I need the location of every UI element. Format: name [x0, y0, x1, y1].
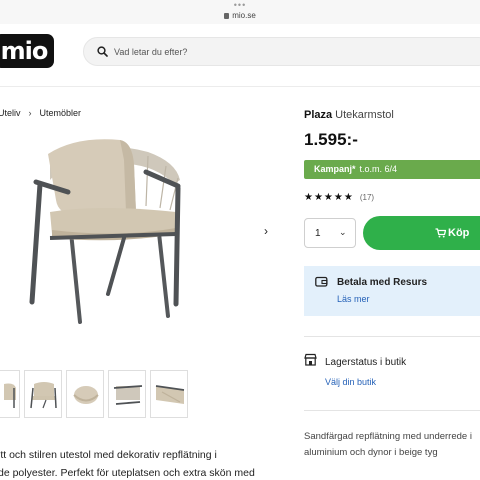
browser-menu-dots[interactable]: •••	[0, 1, 480, 10]
site-logo[interactable]: mio	[0, 34, 54, 68]
section-divider	[304, 336, 480, 337]
buy-button[interactable]: Köp	[363, 216, 480, 250]
short-description-line-2: aluminium och dynor i beige tyg	[304, 447, 438, 458]
short-description: Sandfärgad repflätning med underrede i a…	[304, 429, 480, 461]
breadcrumb-item-uteliv[interactable]: Uteliv	[0, 108, 21, 118]
product-name: Plaza	[304, 109, 333, 121]
chevron-down-icon: ⌄	[339, 227, 347, 237]
chevron-right-icon: ›	[28, 108, 32, 118]
stock-status-title: Lagerstatus i butik	[325, 357, 407, 368]
product-image[interactable]	[28, 134, 198, 334]
url-text: mio.se	[232, 11, 256, 20]
product-title: Plaza Utekarmstol	[304, 109, 394, 121]
breadcrumb-item-utemobler[interactable]: Utemöbler	[40, 108, 82, 118]
product-price: 1.595:-	[304, 130, 358, 149]
payment-read-more-link[interactable]: Läs mer	[337, 294, 370, 304]
product-rating[interactable]: ★★★★★ (17)	[304, 192, 374, 203]
section-divider	[304, 410, 480, 411]
campaign-date: t.o.m. 6/4	[359, 164, 398, 174]
search-input[interactable]	[114, 44, 414, 60]
buy-button-label: Köp	[448, 227, 470, 239]
review-count: (17)	[359, 193, 375, 202]
search-icon	[97, 46, 108, 57]
lock-icon	[224, 13, 230, 19]
campaign-label: Kampanj*	[314, 164, 356, 174]
thumbnail-2[interactable]	[24, 370, 62, 418]
payment-title: Betala med Resurs	[337, 277, 428, 288]
search-bar[interactable]	[83, 37, 480, 66]
store-icon	[304, 353, 317, 366]
browser-bar: ••• mio.se	[0, 0, 480, 24]
header-divider	[0, 86, 480, 87]
chevron-right-icon[interactable]: ›	[264, 224, 268, 238]
thumbnail-3[interactable]	[66, 370, 104, 418]
choose-store-link[interactable]: Välj din butik	[325, 377, 376, 387]
quantity-select[interactable]: 1 ⌄	[304, 218, 356, 248]
address-bar[interactable]: mio.se	[0, 11, 480, 21]
campaign-badge: Kampanj* t.o.m. 6/4	[304, 160, 480, 179]
thumbnail-1[interactable]	[0, 370, 20, 418]
wallet-icon	[315, 276, 328, 287]
description-line-2: de polyester. Perfekt för uteplatsen och…	[0, 467, 255, 479]
cart-icon	[435, 228, 446, 238]
product-description: itt och stilren utestol med dekorativ re…	[0, 446, 288, 480]
description-line-1: itt och stilren utestol med dekorativ re…	[0, 449, 217, 461]
short-description-line-1: Sandfärgad repflätning med underrede i	[304, 431, 472, 442]
thumbnail-4[interactable]	[108, 370, 146, 418]
payment-box: Betala med Resurs Läs mer	[304, 266, 480, 316]
star-rating-icon: ★★★★★	[304, 192, 354, 203]
breadcrumb: Uteliv › Utemöbler	[0, 108, 81, 118]
quantity-value: 1	[315, 228, 321, 239]
product-category: Utekarmstol	[335, 109, 394, 121]
thumbnail-5[interactable]	[150, 370, 188, 418]
